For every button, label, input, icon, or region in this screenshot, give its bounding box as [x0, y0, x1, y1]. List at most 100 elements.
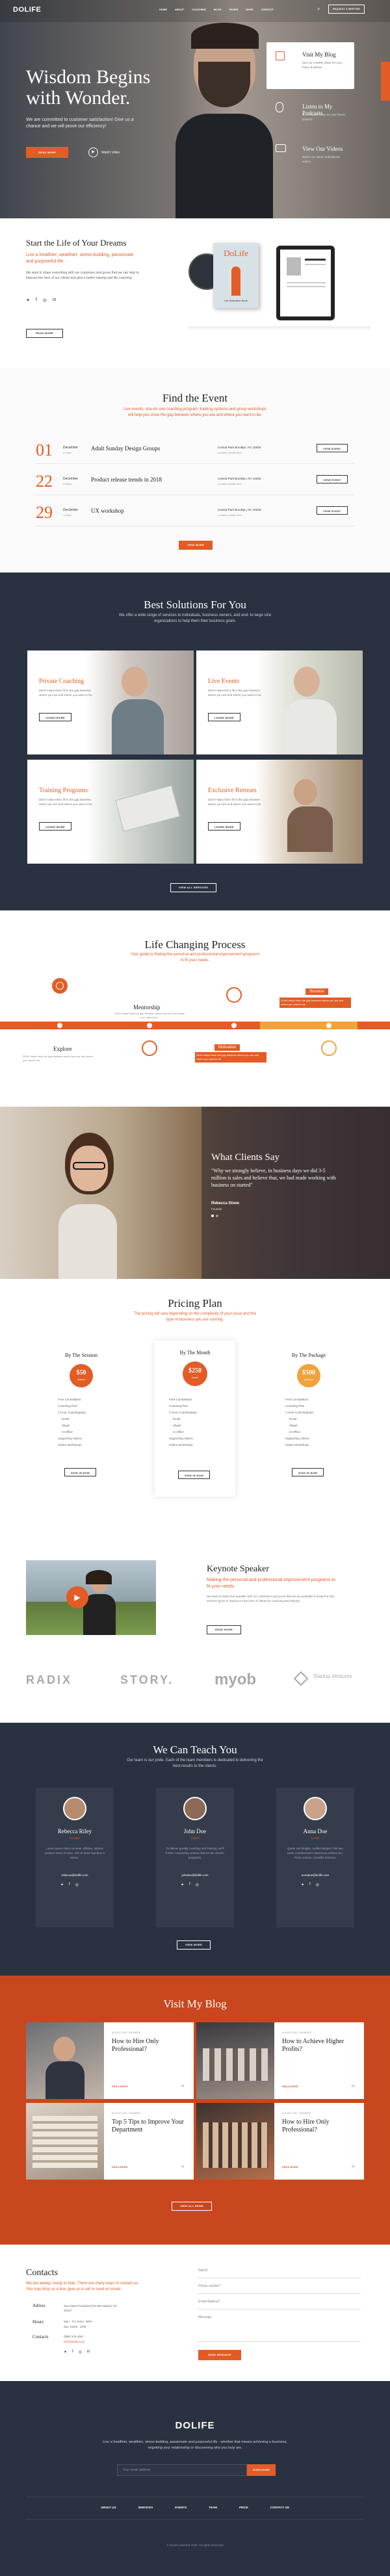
logo[interactable]: DOLIFE	[13, 6, 41, 14]
subscribe-button[interactable]: SUBSCRIBE	[247, 2464, 276, 2476]
speaker-video[interactable]: ▶	[26, 1560, 156, 1635]
event-row-2[interactable]: 22 December 2:00pm Product release trend…	[36, 470, 354, 495]
twitter-icon[interactable]: ✦	[301, 1883, 304, 1887]
hero-side-card-podcasts[interactable]: Listen to My Podcasts Our creative ideas…	[266, 94, 354, 133]
view-all-news-button[interactable]: VIEW ALL NEWS	[172, 2202, 212, 2211]
event-title[interactable]: Product release trends in 2018	[91, 476, 162, 483]
hero-side-card-videos[interactable]: View Our Videos Watch our latest motivat…	[266, 136, 354, 175]
share-icon[interactable]: ⋖	[351, 2164, 355, 2169]
twitter-icon[interactable]: ✦	[26, 298, 30, 303]
play-button[interactable]: ▶	[66, 1586, 88, 1608]
dreams-read-more-button[interactable]: READ MORE	[26, 329, 64, 338]
member-email[interactable]: johndoe@dolife.com	[156, 1874, 234, 1877]
blog-post-2[interactable]: AUGUST 2020 · BUSINESS How to Achieve Hi…	[196, 2022, 364, 2099]
member-email[interactable]: rebecca@dolife.com	[36, 1874, 114, 1877]
linkedin-icon[interactable]: in	[87, 2350, 90, 2354]
learn-more-button[interactable]: LEARN MORE	[39, 713, 72, 721]
nav-item-contact[interactable]: CONTACT	[261, 8, 274, 11]
instagram-icon[interactable]: ◎	[75, 1883, 79, 1887]
read-more-link[interactable]: READ MORE	[112, 2085, 127, 2088]
email-field[interactable]: Email Address*	[198, 2298, 361, 2310]
instagram-icon[interactable]: ◎	[196, 1883, 199, 1887]
footer-link-contact[interactable]: CONTACT US	[270, 2506, 289, 2509]
learn-more-button[interactable]: LEARN MORE	[208, 713, 240, 721]
instagram-icon[interactable]: ◎	[79, 2350, 82, 2354]
nav-item-coaching[interactable]: COACHING	[192, 8, 206, 11]
read-more-link[interactable]: READ MORE	[282, 2165, 298, 2169]
plan-feature: In-Office	[173, 1430, 184, 1434]
phone-value[interactable]: (888) 123-4567	[64, 2335, 84, 2338]
member-email[interactable]: annadoe@dolife.com	[276, 1874, 354, 1877]
view-event-button[interactable]: VIEW EVENT	[317, 475, 348, 483]
view-event-button[interactable]: VIEW EVENT	[317, 444, 348, 452]
footer-link-services[interactable]: SERVICES	[138, 2506, 153, 2509]
facebook-icon[interactable]: f	[36, 298, 37, 303]
learn-more-button[interactable]: LEARN MORE	[208, 822, 240, 831]
nav-item-blog[interactable]: BLOG	[214, 8, 222, 11]
team-view-more-button[interactable]: VIEW MORE	[177, 1940, 211, 1950]
phone-field[interactable]: Phone number*	[198, 2282, 361, 2294]
blog-post-3[interactable]: AUGUST 2020 · BUSINESS Top 5 Tips to Imp…	[26, 2103, 194, 2180]
footer-link-about[interactable]: ABOUT US	[101, 2506, 116, 2509]
view-all-services-button[interactable]: VIEW ALL SERVICES	[170, 883, 217, 892]
nav-item-about[interactable]: ABOUT	[175, 8, 184, 11]
hero-side-card-blog[interactable]: Visit My Blog See our creative ideas for…	[266, 42, 354, 89]
read-more-link[interactable]: READ MORE	[282, 2085, 298, 2088]
linkedin-icon[interactable]: in	[53, 298, 56, 303]
footer-link-team[interactable]: TEAM	[209, 2506, 217, 2509]
nav-item-home[interactable]: HOME	[159, 8, 167, 11]
instagram-icon[interactable]: ◎	[316, 1883, 319, 1887]
twitter-icon[interactable]: ✦	[64, 2350, 67, 2354]
search-icon[interactable]: ⌕	[317, 6, 320, 12]
sign-in-button[interactable]: SIGN IN NOW	[292, 1468, 324, 1476]
learn-more-button[interactable]: LEARN MORE	[39, 822, 72, 831]
solution-card-private-coaching[interactable]: Private Coaching DDIVI helps them fill i…	[27, 650, 194, 754]
play-icon[interactable]: ▶	[88, 148, 98, 157]
send-message-button[interactable]: SEND MESSAGE	[198, 2350, 241, 2360]
event-row-3[interactable]: 29 December 1:00pm UX workshop Central P…	[36, 502, 354, 526]
facebook-icon[interactable]: f	[72, 2350, 73, 2354]
twitter-icon[interactable]: ✦	[181, 1883, 184, 1887]
event-title[interactable]: UX workshop	[91, 508, 124, 514]
facebook-icon[interactable]: f	[69, 1883, 70, 1887]
footer-link-price[interactable]: PRICE	[239, 2506, 248, 2509]
watch-video-link[interactable]: Watch Video	[101, 151, 120, 155]
blog-post-1[interactable]: AUGUST 2020 · BUSINESS How to Hire Only …	[26, 2022, 194, 2099]
sign-in-button[interactable]: SIGN IN NOW	[178, 1471, 211, 1479]
request-meeting-button[interactable]: REQUEST A MEETING	[328, 5, 365, 14]
nav-item-pages[interactable]: PAGES	[229, 8, 239, 11]
post-title[interactable]: How to Hire Only Professional?	[282, 2119, 357, 2134]
post-title[interactable]: How to Hire Only Professional?	[112, 2038, 187, 2054]
hero-read-more-button[interactable]: READ MORE	[26, 147, 69, 158]
instagram-icon[interactable]: ◎	[43, 298, 47, 303]
events-view-more-button[interactable]: VIEW MORE	[179, 541, 213, 550]
email-value[interactable]: info@dolife.com	[64, 2340, 84, 2343]
facebook-icon[interactable]: f	[309, 1883, 311, 1887]
name-field[interactable]: Name*	[198, 2267, 361, 2278]
nav-item-shop[interactable]: SHOP	[246, 8, 253, 11]
process-step-text: DDIVI helps them the gap between where y…	[114, 1012, 185, 1019]
slider-dots[interactable]	[211, 1215, 218, 1217]
post-title[interactable]: Top 5 Tips to Improve Your Department	[112, 2119, 187, 2134]
view-event-button[interactable]: VIEW EVENT	[317, 506, 348, 515]
share-icon[interactable]: ⋖	[181, 2164, 185, 2169]
twitter-icon[interactable]: ✦	[60, 1883, 64, 1887]
event-row-1[interactable]: 01 December 3:00pm Adult Sunday Design G…	[36, 439, 354, 464]
blog-post-4[interactable]: AUGUST 2020 · BUSINESS How to Hire Only …	[196, 2103, 364, 2180]
message-field[interactable]: Message	[198, 2313, 361, 2342]
newsletter-email-input[interactable]: Your email address	[117, 2464, 247, 2476]
read-more-link[interactable]: READ MORE	[112, 2165, 127, 2169]
post-title[interactable]: How to Achieve Higher Profits?	[282, 2038, 357, 2054]
sign-in-button[interactable]: SIGN IN NOW	[64, 1468, 97, 1476]
speaker-read-more-button[interactable]: READ MORE	[207, 1625, 242, 1634]
share-icon[interactable]: ⋖	[351, 2083, 355, 2089]
event-title[interactable]: Adult Sunday Design Groups	[91, 445, 160, 452]
solution-card-live-events[interactable]: Live Events DDIVI helps them fill in the…	[196, 650, 363, 754]
share-icon[interactable]: ⋖	[181, 2083, 185, 2089]
solution-card-training-programs[interactable]: Training Programs DDIVI helps them fill …	[27, 760, 194, 864]
facebook-icon[interactable]: f	[189, 1883, 190, 1887]
footer-logo[interactable]: DOLIFE	[0, 2420, 390, 2431]
pricing-card-session: By The Session $50 session Free Consulta…	[49, 1347, 114, 1487]
footer-link-events[interactable]: EVENTS	[175, 2506, 187, 2509]
solution-card-exclusive-retreats[interactable]: Exclusive Retreats DDIVI helps them fill…	[196, 760, 363, 864]
